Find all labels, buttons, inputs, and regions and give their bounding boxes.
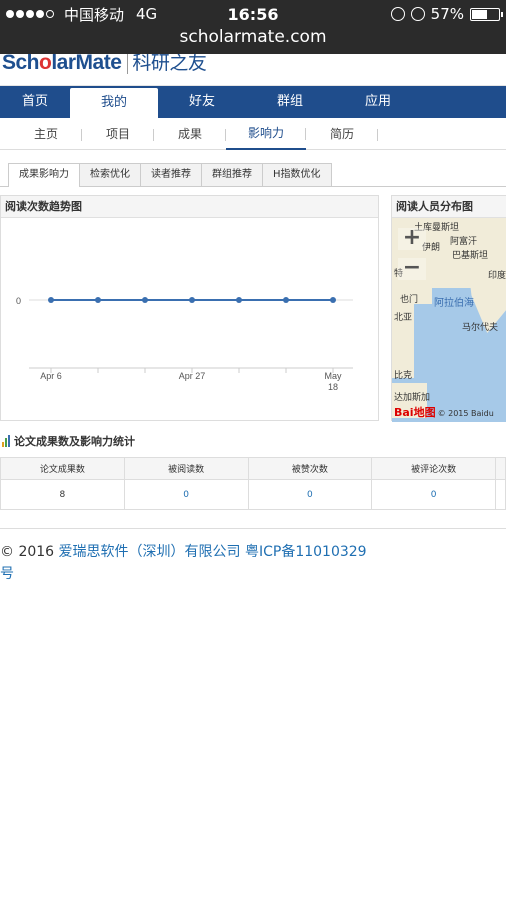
sub-nav: 主页 项目 成果 影响力 简历 [0,118,506,150]
x-tick-label: Apr 6 [40,371,62,381]
map-label: 达加斯加 [394,393,431,403]
tab-output-impact[interactable]: 成果影响力 [8,163,80,187]
table-row: 8 0 0 0 [0,479,506,510]
comment-count-link[interactable]: 0 [371,479,496,510]
data-point [189,297,195,303]
alarm-icon [410,7,425,21]
subnav-home[interactable]: 主页 [10,119,82,149]
data-point [48,297,54,303]
trend-chart: 0 Apr 6 Apr 27 May18 [16,296,353,392]
map-label: 北亚 [394,313,413,323]
map-label: 阿富汗 [450,237,478,247]
y-tick-label: 0 [16,296,21,306]
table-header-row: 论文成果数 被阅读数 被赞次数 被评论次数 [0,457,506,480]
map-label: 阿拉伯海 [434,298,474,309]
impact-tabs: 成果影响力 检索优化 读者推荐 群组推荐 H指数优化 [0,163,506,187]
like-count-link[interactable]: 0 [247,479,373,510]
rotation-lock-icon [390,7,405,21]
table-header [495,457,506,480]
reader-map[interactable]: 土库曼斯坦 阿富汗 伊朗 巴基斯坦 特 印度 也门 阿拉伯海 北亚 马尔代夫 比… [392,218,506,422]
site-logo[interactable]: ScholarMate 科研之友 [2,54,207,75]
map-label: 也门 [400,295,419,305]
footer-company-link[interactable]: 爱瑞思软件（深圳）有限公司 [59,544,241,560]
map-panel: 阅读人员分布图 土库曼斯坦 阿富汗 伊朗 巴基斯坦 特 印度 也门 阿拉伯海 北… [391,195,506,422]
trend-panel-title: 阅读次数趋势图 [1,196,378,218]
table-header: 被赞次数 [247,457,373,480]
panels: 阅读次数趋势图 0 Apr 6 Apr 27 May 18 阅读人员分布图 土库曼斯坦 … [0,195,506,423]
map-zoom-out-button[interactable]: − [398,257,426,280]
stats-title-text: 论文成果数及影响力统计 [14,435,135,448]
main-nav: 首页 我的 好友 群组 应用 [0,86,506,118]
nav-friends[interactable]: 好友 [158,86,246,118]
trend-panel: 阅读次数趋势图 0 Apr 6 Apr 27 May 18 [0,195,379,421]
subnav-resume[interactable]: 简历 [306,119,378,149]
nav-home[interactable]: 首页 [0,86,70,118]
nav-groups[interactable]: 群组 [246,86,334,118]
map-label: 马尔代夫 [462,323,499,333]
map-label: 印度 [488,271,506,281]
data-point [142,297,148,303]
data-point [283,297,289,303]
paper-count: 8 [0,479,125,510]
map-label: 巴基斯坦 [452,251,489,261]
status-bar: 中国移动 4G 16:56 57% scholarmate.com [0,0,506,54]
nav-apps[interactable]: 应用 [334,86,422,118]
table-cell [495,479,506,510]
baidu-map-logo: Bai地图 © 2015 Baidu [394,406,494,419]
tab-h-index[interactable]: H指数优化 [262,163,332,186]
clock: 16:56 [227,5,279,24]
footer-icp-link[interactable]: 粤ICP备11010329 [245,544,367,560]
footer-copyright: © 2016 [0,544,59,560]
stats-table: 论文成果数 被阅读数 被赞次数 被评论次数 8 0 0 0 [0,457,506,510]
subnav-outputs[interactable]: 成果 [154,119,226,149]
map-zoom-in-button[interactable]: + [398,227,426,250]
tab-group-recommend[interactable]: 群组推荐 [201,163,263,186]
tab-search-optimize[interactable]: 检索优化 [79,163,141,186]
footer: © 2016 爱瑞思软件（深圳）有限公司 粤ICP备11010329 号 [0,528,506,585]
tab-reader-recommend[interactable]: 读者推荐 [140,163,202,186]
map-label: 比克 [394,371,413,381]
data-point [236,297,242,303]
url-bar[interactable]: scholarmate.com [0,28,506,50]
bar-chart-icon [2,435,10,447]
table-header: 论文成果数 [0,457,125,480]
table-header: 被阅读数 [123,457,249,480]
x-tick-label: May [324,371,342,381]
nav-mine[interactable]: 我的 [70,88,158,118]
footer-icp-suffix[interactable]: 号 [0,566,14,582]
x-tick-label: 18 [328,382,338,392]
data-point [95,297,101,303]
map-panel-title: 阅读人员分布图 [392,196,506,218]
battery-icon [470,7,503,21]
x-tick-label: Apr 27 [179,371,206,381]
site-header: ScholarMate 科研之友 [0,54,506,86]
data-point [330,297,336,303]
read-count-link[interactable]: 0 [123,479,249,510]
subnav-impact[interactable]: 影响力 [226,118,306,150]
subnav-projects[interactable]: 项目 [82,119,154,149]
stats-title: 论文成果数及影响力统计 [0,431,506,451]
table-header: 被评论次数 [371,457,496,480]
